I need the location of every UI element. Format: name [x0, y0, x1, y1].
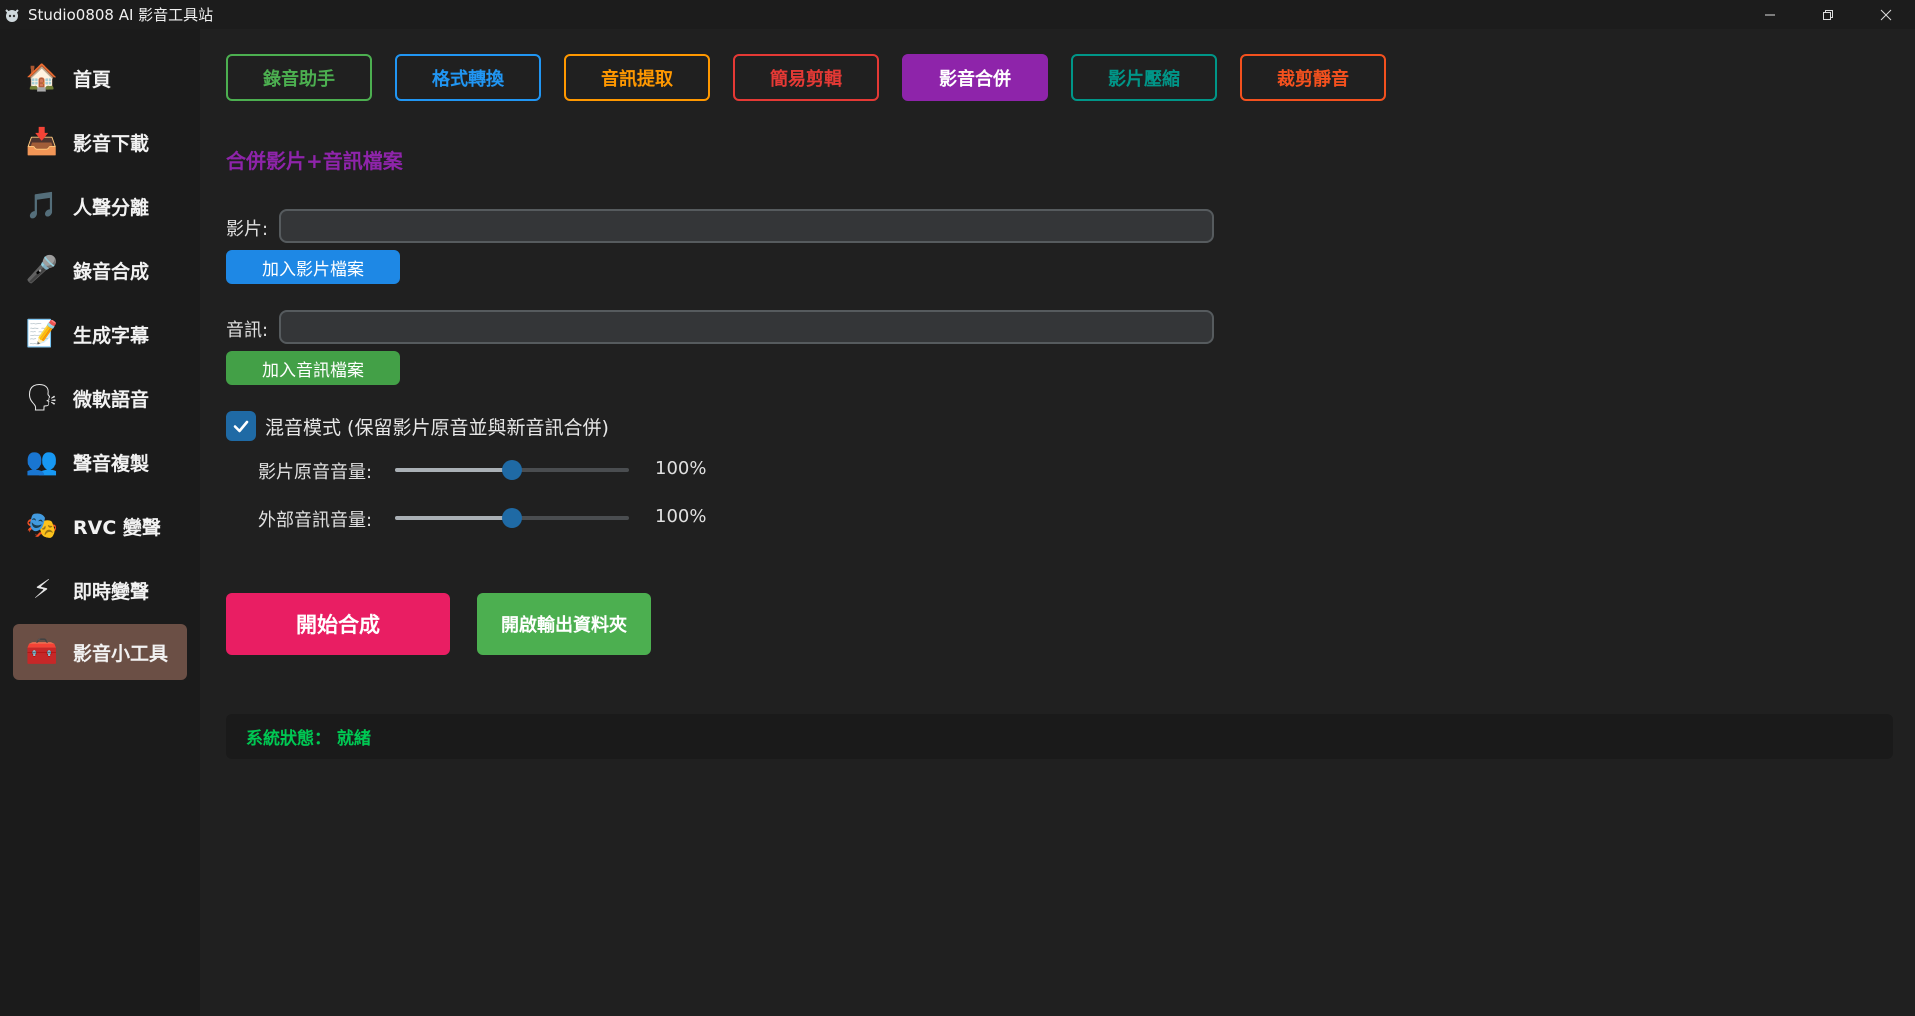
- sidebar-item-generate-subtitles[interactable]: 📝 生成字幕: [13, 306, 187, 362]
- app-logo-icon: [2, 5, 22, 25]
- video-path-input[interactable]: [279, 209, 1214, 243]
- tab-trim-silence[interactable]: 裁剪靜音: [1240, 54, 1386, 101]
- sidebar-item-label: 影音下載: [73, 132, 150, 155]
- section-title: 合併影片+音訊檔案: [226, 149, 403, 173]
- sidebar-item-voice-clone[interactable]: 👥 聲音複製: [13, 434, 187, 490]
- theater-masks-icon: 🎭: [25, 511, 59, 541]
- download-tray-icon: 📥: [25, 127, 59, 157]
- house-icon: 🏠: [25, 63, 59, 93]
- tab-format-conversion[interactable]: 格式轉換: [395, 54, 541, 101]
- people-icon: 👥: [25, 447, 59, 477]
- sidebar-item-label: 人聲分離: [73, 196, 150, 219]
- add-audio-file-button[interactable]: 加入音訊檔案: [226, 351, 400, 385]
- microphone-icon: 🎤: [25, 255, 59, 285]
- open-output-folder-button[interactable]: 開啟輸出資料夾: [477, 593, 651, 655]
- minimize-icon[interactable]: [1741, 0, 1799, 29]
- slider-knob[interactable]: [502, 508, 522, 528]
- tab-video-compression[interactable]: 影片壓縮: [1071, 54, 1217, 101]
- memo-icon: 📝: [25, 319, 59, 349]
- title-bar: Studio0808 AI 影音工具站: [0, 0, 1915, 29]
- close-icon[interactable]: [1857, 0, 1915, 29]
- start-merge-button[interactable]: 開始合成: [226, 593, 450, 655]
- sidebar-item-microsoft-speech[interactable]: 🗣 微軟語音: [13, 370, 187, 426]
- slider-knob[interactable]: [502, 460, 522, 480]
- speaking-head-icon: 🗣: [25, 383, 59, 413]
- sidebar-item-label: 聲音複製: [73, 452, 150, 475]
- window-title: Studio0808 AI 影音工具站: [28, 6, 214, 24]
- lightning-icon: ⚡: [32, 575, 52, 605]
- sidebar-item-label: 微軟語音: [73, 388, 150, 411]
- external-volume-label: 外部音訊音量:: [258, 510, 373, 531]
- status-text: 系統狀態： 就緒: [246, 729, 371, 749]
- sidebar-item-label: 首頁: [73, 68, 112, 91]
- sidebar-item-rvc-voice-change[interactable]: 🎭 RVC 變聲: [13, 498, 187, 554]
- slider-fill: [395, 516, 512, 520]
- sidebar-item-media-download[interactable]: 📥 影音下載: [13, 114, 187, 170]
- sidebar-item-vocal-separation[interactable]: 🎵 人聲分離: [13, 178, 187, 234]
- sidebar-item-realtime-voice-change[interactable]: ⚡ 即時變聲: [13, 562, 187, 618]
- sidebar-item-label: 錄音合成: [73, 260, 150, 283]
- slider-fill: [395, 468, 512, 472]
- checkmark-icon: [233, 420, 249, 433]
- toolbox-icon: 🧰: [25, 637, 59, 667]
- audio-path-input[interactable]: [279, 310, 1214, 344]
- sidebar-item-label: 生成字幕: [73, 324, 150, 347]
- sidebar-item-label: 影音小工具: [73, 642, 169, 665]
- tab-simple-editing[interactable]: 簡易剪輯: [733, 54, 879, 101]
- external-volume-slider[interactable]: [395, 508, 629, 528]
- mix-mode-label: 混音模式 (保留影片原音並與新音訊合併): [265, 417, 609, 439]
- external-volume-value: 100%: [655, 506, 707, 527]
- add-video-file-button[interactable]: 加入影片檔案: [226, 250, 400, 284]
- original-volume-slider[interactable]: [395, 460, 629, 480]
- sidebar-item-media-tools[interactable]: 🧰 影音小工具: [13, 624, 187, 680]
- status-bar: 系統狀態： 就緒: [226, 714, 1893, 759]
- sidebar-item-label: RVC 變聲: [73, 516, 161, 539]
- tab-recording-assistant[interactable]: 錄音助手: [226, 54, 372, 101]
- sidebar-item-home[interactable]: 🏠 首頁: [13, 50, 187, 106]
- sidebar-item-recording-synthesis[interactable]: 🎤 錄音合成: [13, 242, 187, 298]
- sidebar: 🏠 首頁 📥 影音下載 🎵 人聲分離 🎤 錄音合成 📝 生成字幕 🗣 微軟語音 …: [0, 29, 200, 1016]
- video-field-label: 影片:: [226, 219, 269, 240]
- original-volume-label: 影片原音音量:: [258, 462, 373, 483]
- restore-icon[interactable]: [1799, 0, 1857, 29]
- tab-media-merge[interactable]: 影音合併: [902, 54, 1048, 101]
- audio-field-label: 音訊:: [226, 320, 269, 341]
- tab-audio-extraction[interactable]: 音訊提取: [564, 54, 710, 101]
- music-note-icon: 🎵: [25, 191, 59, 221]
- mix-mode-checkbox[interactable]: [226, 411, 256, 441]
- sidebar-item-label: 即時變聲: [73, 580, 150, 603]
- original-volume-value: 100%: [655, 458, 707, 479]
